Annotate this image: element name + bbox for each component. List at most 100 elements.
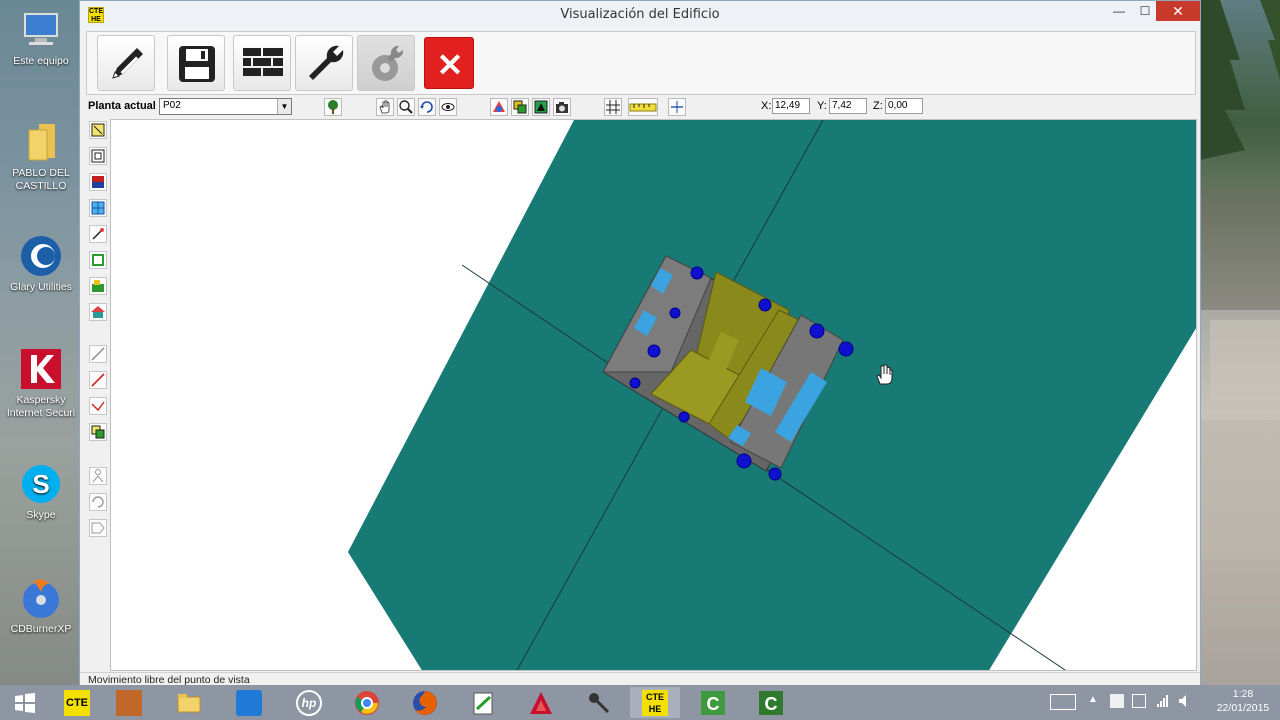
svg-text:C: C xyxy=(707,694,720,714)
maximize-button[interactable]: ☐ xyxy=(1132,1,1158,21)
taskbar-hp[interactable]: hp xyxy=(284,687,334,718)
render-icon[interactable] xyxy=(532,98,550,116)
axis-icon[interactable] xyxy=(668,98,686,116)
line-tool-icon[interactable] xyxy=(89,345,107,363)
taskbar-notes[interactable] xyxy=(458,687,508,718)
floor-layer-icon[interactable] xyxy=(89,251,107,269)
z-coord-label: Z: xyxy=(873,100,883,112)
y-coord-label: Y: xyxy=(817,100,827,112)
grid-icon[interactable] xyxy=(604,98,622,116)
desktop-icon-glary-utilities[interactable]: Glary Utilities xyxy=(4,234,78,294)
title-bar[interactable]: CTE HE Visualización del Edificio — ☐ ✕ xyxy=(80,1,1200,29)
z-coord-field[interactable]: 0,00 xyxy=(885,98,923,114)
desktop-icon-cdburnerxp[interactable]: CDBurnerXP xyxy=(4,576,78,636)
desktop-icon-skype[interactable]: S Skype xyxy=(4,462,78,522)
clock[interactable]: 1:28 22/01/2015 xyxy=(1206,687,1280,715)
rotate-tool-icon[interactable] xyxy=(89,493,107,511)
flag-icon[interactable] xyxy=(1110,694,1124,708)
wrench-icon xyxy=(309,45,344,80)
desktop-icon-label: Skype xyxy=(26,509,56,521)
zoom-icon[interactable] xyxy=(397,98,415,116)
chevron-down-icon[interactable]: ▼ xyxy=(277,99,291,114)
svg-text:S: S xyxy=(32,469,49,499)
taskbar-explorer[interactable] xyxy=(164,687,214,718)
desktop-icon-pablo-del-castillo[interactable]: PABLO DEL CASTILLO xyxy=(4,120,78,193)
walls-button[interactable] xyxy=(233,35,291,91)
taskbar-autocad[interactable] xyxy=(516,687,566,718)
polyline-tool-icon[interactable] xyxy=(89,397,107,415)
taskbar-cte-he[interactable]: CTE HE xyxy=(630,687,680,718)
person-icon[interactable] xyxy=(89,467,107,485)
brick-wall-icon xyxy=(243,48,283,76)
clock-time: 1:28 xyxy=(1232,688,1254,700)
start-button[interactable] xyxy=(0,687,50,718)
3d-viewport[interactable] xyxy=(110,119,1197,671)
tray-expand-icon[interactable]: ▲ xyxy=(1088,694,1098,705)
y-coord-field[interactable]: 7,42 xyxy=(829,98,867,114)
volume-icon[interactable] xyxy=(1178,694,1192,708)
roof-layer-icon[interactable] xyxy=(89,303,107,321)
red-line-tool-icon[interactable] xyxy=(89,371,107,389)
desktop-icon-este-equipo[interactable]: Este equipo xyxy=(4,8,78,68)
side-toolbar xyxy=(86,119,110,671)
taskbar-cte[interactable]: CTE xyxy=(52,687,102,718)
planta-select[interactable]: P02 ▼ xyxy=(159,98,292,115)
tree-icon[interactable] xyxy=(324,98,342,116)
copy-element-icon[interactable] xyxy=(89,423,107,441)
computer-icon xyxy=(19,8,63,52)
edit-button[interactable] xyxy=(97,35,155,91)
planta-value: P02 xyxy=(163,100,181,111)
windows-logo-icon xyxy=(12,690,38,716)
taskbar-camtasia[interactable]: C xyxy=(688,687,738,718)
taskbar-chrome[interactable] xyxy=(342,687,392,718)
green-block-icon[interactable] xyxy=(89,277,107,295)
ruler-icon[interactable] xyxy=(628,98,658,116)
layer-color-icon[interactable] xyxy=(490,98,508,116)
window-title: Visualización del Edificio xyxy=(560,7,720,22)
eye-orbit-icon[interactable] xyxy=(439,98,457,116)
taskbar: CTE hp CTE HE C C ▲ 1:28 22/01/2015 xyxy=(0,685,1280,720)
signal-icon[interactable] xyxy=(1156,694,1170,708)
desktop-icon-label: PABLO DEL CASTILLO xyxy=(12,167,70,192)
settings-button[interactable] xyxy=(357,35,415,91)
building-viewer-window: CTE HE Visualización del Edificio — ☐ ✕ … xyxy=(79,0,1201,686)
x-coord-field[interactable]: 12,49 xyxy=(772,98,810,114)
keyboard-icon[interactable] xyxy=(1050,694,1076,710)
select-space-icon[interactable] xyxy=(89,121,107,139)
taskbar-firefox[interactable] xyxy=(400,687,450,718)
space-outline-icon[interactable] xyxy=(89,147,107,165)
wallpaper-right xyxy=(1200,0,1280,685)
save-button[interactable] xyxy=(167,35,225,91)
tools-button[interactable] xyxy=(295,35,353,91)
magic-wand-icon[interactable] xyxy=(89,225,107,243)
desktop-icon-kaspersky[interactable]: Kaspersky Internet Securi xyxy=(4,347,78,420)
cdburnerxp-icon xyxy=(19,576,63,620)
close-icon: ✕ xyxy=(436,47,464,83)
desktop-icon-label: Glary Utilities xyxy=(10,281,72,293)
camera-icon[interactable] xyxy=(553,98,571,116)
move-tool-icon[interactable] xyxy=(89,519,107,537)
rotate-view-icon[interactable] xyxy=(418,98,436,116)
browser-icon xyxy=(236,690,262,716)
taskbar-mic[interactable] xyxy=(574,687,624,718)
folder-icon xyxy=(176,690,202,716)
cte-app-icon: CTE xyxy=(64,690,90,716)
wall-layer-icon[interactable] xyxy=(89,173,107,191)
glary-utilities-icon xyxy=(19,234,63,278)
microphone-icon xyxy=(586,690,612,716)
screen-icon[interactable] xyxy=(1132,694,1146,708)
x-coord-label: X: xyxy=(761,100,772,112)
minimize-button[interactable]: — xyxy=(1106,1,1132,21)
taskbar-maxthon[interactable] xyxy=(224,687,274,718)
floppy-disk-icon xyxy=(179,46,215,82)
camtasia-icon: C xyxy=(700,690,726,716)
shapes-icon[interactable] xyxy=(511,98,529,116)
exit-button[interactable]: ✕ xyxy=(424,37,474,89)
window-layer-icon[interactable] xyxy=(89,199,107,217)
taskbar-app2[interactable] xyxy=(104,687,154,718)
folder-icon xyxy=(19,120,63,164)
close-window-button[interactable]: ✕ xyxy=(1156,1,1200,21)
hand-pan-icon[interactable] xyxy=(376,98,394,116)
taskbar-camtasia2[interactable]: C xyxy=(746,687,796,718)
cte-he-icon: CTE HE xyxy=(642,690,668,716)
